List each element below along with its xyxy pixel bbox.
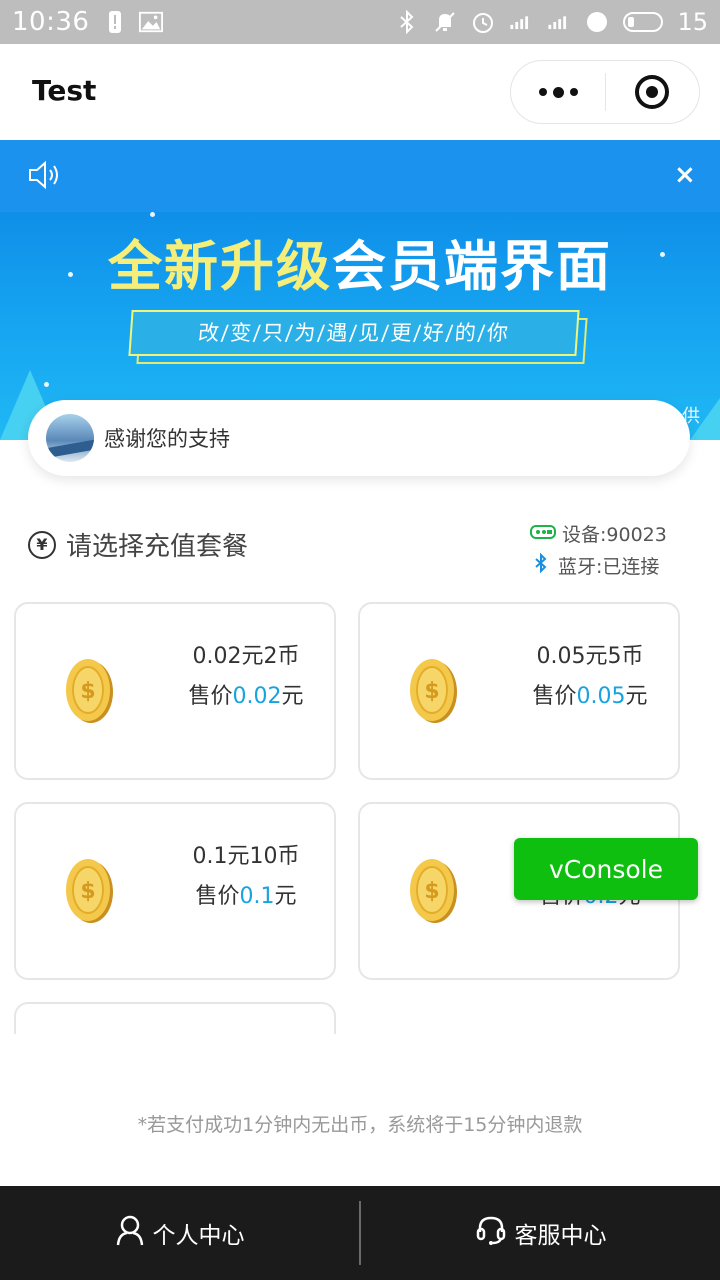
package-card[interactable] [14, 1002, 336, 1034]
price-unit: 元 [281, 684, 304, 709]
status-right-icons: 15 [395, 8, 708, 36]
tab-personal-center[interactable]: 个人中心 [0, 1186, 359, 1280]
page-title: Test [32, 74, 97, 107]
price-amount: 0.1 [239, 884, 275, 909]
user-icon [115, 1214, 145, 1252]
svg-text:$: $ [80, 679, 95, 704]
package-card[interactable]: $ 0.02元2币 售价0.02元 [14, 602, 336, 780]
package-name: 0.02元2币 [192, 644, 300, 669]
alert-icon [103, 10, 127, 34]
package-name: 0.05元5币 [536, 644, 644, 669]
target-icon [635, 75, 670, 109]
vconsole-button[interactable]: vConsole [514, 838, 698, 900]
coin-icon: $ [66, 659, 113, 723]
image-icon [139, 10, 164, 34]
svg-text:$: $ [424, 679, 439, 704]
sparkle-dot [150, 212, 155, 217]
bottom-tab-bar: 个人中心 客服中心 [0, 1186, 720, 1280]
coin-icon: $ [66, 859, 113, 923]
svg-text:$: $ [80, 879, 95, 904]
package-card[interactable]: $ 0.05元5币 售价0.05元 [358, 602, 680, 780]
tab-label: 客服中心 [514, 1223, 607, 1249]
price-prefix: 售价 [188, 684, 233, 709]
package-price: 售价0.02元 [166, 678, 326, 710]
device-info: 设备:90023 [530, 520, 667, 547]
package-name: 0.1元10币 [192, 844, 300, 869]
alarm-icon [471, 10, 495, 34]
mini-program-capsule [510, 60, 700, 124]
status-bar: 10:36 15 [0, 0, 720, 44]
device-icon [530, 523, 556, 545]
section-title: 请选择充值套餐 [66, 532, 249, 562]
more-dot [538, 88, 547, 96]
coin-icon: $ [410, 659, 457, 723]
battery-level: 15 [677, 8, 708, 36]
more-dot [552, 86, 564, 98]
nav-bar: Test [0, 44, 720, 140]
price-amount: 0.05 [576, 684, 626, 709]
tab-customer-service[interactable]: 客服中心 [361, 1186, 720, 1280]
more-button[interactable] [511, 60, 605, 124]
signal-4g-icon [509, 10, 533, 34]
speaker-icon [28, 160, 62, 194]
device-label: 设备:90023 [562, 524, 667, 546]
bluetooth-icon [395, 10, 419, 34]
package-price: 售价0.05元 [510, 678, 670, 710]
banner-headline: 全新升级会员端界面 [0, 222, 720, 301]
banner-tagline: 改/变/只/为/遇/见/更/好/的/你 [128, 310, 580, 356]
package-card[interactable]: $ 0.1元10币 售价0.1元 [14, 802, 336, 980]
battery-icon [623, 12, 664, 32]
more-dot [569, 88, 578, 96]
signal-icon [547, 10, 571, 34]
hd-icon [585, 10, 609, 34]
thanks-message: 感谢您的支持 [104, 427, 230, 451]
exit-button[interactable] [606, 60, 699, 124]
package-price: 售价0.1元 [166, 878, 326, 910]
headline-rest: 会员端界面 [332, 235, 612, 298]
bluetooth-label: 蓝牙:已连接 [558, 556, 660, 578]
tab-label: 个人中心 [152, 1223, 245, 1249]
bluetooth-status: 蓝牙:已连接 [534, 552, 659, 579]
mute-icon [433, 10, 457, 34]
notice-bar: × [0, 140, 720, 212]
headset-icon [475, 1214, 507, 1252]
notice-close-button[interactable]: × [674, 160, 696, 190]
user-info-pill: 感谢您的支持 [28, 400, 690, 476]
price-prefix: 售价 [532, 684, 577, 709]
coin-icon: $ [410, 859, 457, 923]
status-left-icons [103, 10, 164, 34]
yen-icon: ¥ [28, 530, 56, 559]
price-amount: 0.02 [232, 684, 282, 709]
price-prefix: 售价 [195, 884, 240, 909]
status-time: 10:36 [12, 7, 90, 37]
svg-text:$: $ [424, 879, 439, 904]
bluetooth-status-icon [534, 552, 548, 578]
section-header: ¥ 请选择充值套餐 [28, 526, 248, 563]
price-unit: 元 [625, 684, 648, 709]
headline-highlight: 全新升级 [108, 235, 332, 298]
price-unit: 元 [274, 884, 297, 909]
avatar [46, 414, 94, 462]
refund-note: *若支付成功1分钟内无出币，系统将于15分钟内退款 [137, 1114, 583, 1136]
